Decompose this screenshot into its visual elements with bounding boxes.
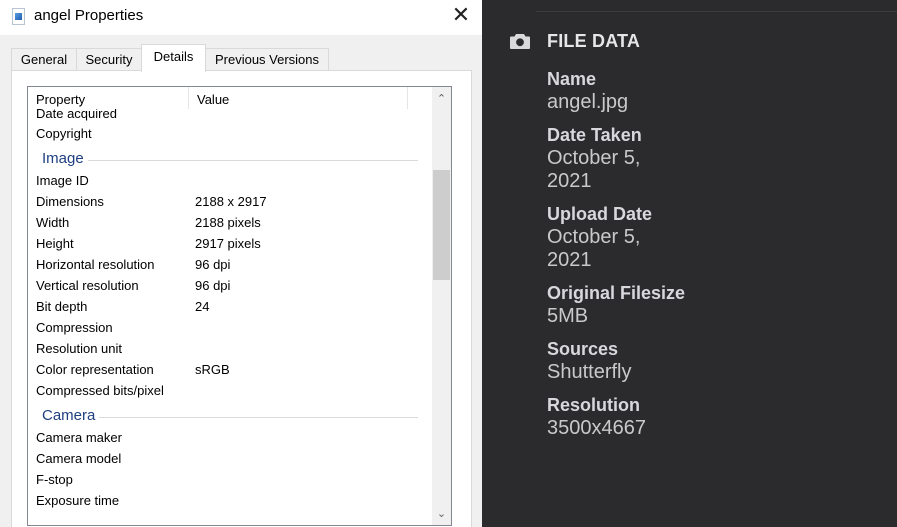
scroll-down-button[interactable]: ⌄: [432, 504, 451, 523]
property-value: 2188 pixels: [195, 215, 261, 230]
property-row[interactable]: Bit depth 24: [28, 296, 428, 317]
file-data-value: 5MB: [547, 305, 589, 327]
property-name: Height: [36, 236, 74, 251]
file-data-item-resolution: Resolution 3500x4667: [547, 393, 747, 440]
property-name: Compression: [36, 320, 113, 335]
property-name: Width: [36, 215, 70, 230]
property-name: Camera maker: [36, 430, 122, 445]
file-data-label: Name: [547, 69, 597, 89]
tab-previous-versions[interactable]: Previous Versions: [205, 48, 329, 71]
property-row[interactable]: Camera model: [28, 448, 428, 469]
property-row[interactable]: Horizontal resolution 96 dpi: [28, 254, 428, 275]
column-header: Property Value: [28, 87, 428, 109]
tab-general[interactable]: General: [11, 48, 77, 71]
property-name: Camera model: [36, 451, 122, 466]
file-data-item-date-taken: Date Taken October 5, 2021: [547, 123, 747, 193]
property-name: Resolution unit: [36, 341, 122, 356]
group-header-camera: Camera: [28, 401, 428, 427]
property-name: Copyright: [36, 126, 92, 141]
file-data-value: October 5, 2021: [547, 147, 641, 192]
property-value: 96 dpi: [195, 278, 231, 293]
property-row[interactable]: Camera maker: [28, 427, 428, 448]
property-list-body: Date acquired Copyright Image Image ID Dimen…: [28, 106, 428, 511]
file-data-title: FILE DATA: [547, 31, 641, 51]
property-value: sRGB: [195, 362, 230, 377]
scrollbar-thumb[interactable]: [433, 170, 450, 280]
file-data-panel: FILE DATA Name angel.jpg Date Taken October…: [482, 0, 897, 527]
property-name: Horizontal resolution: [36, 257, 155, 272]
file-data-item-upload-date: Upload Date October 5, 2021: [547, 202, 747, 272]
property-row[interactable]: Height 2917 pixels: [28, 233, 428, 254]
property-row[interactable]: Copyright: [28, 123, 428, 144]
property-row[interactable]: Resolution unit: [28, 338, 428, 359]
file-data-list: Name angel.jpg Date Taken October 5, 2021 Up…: [547, 67, 747, 449]
property-name: Bit depth: [36, 299, 88, 314]
property-list[interactable]: Date acquired Copyright Image Image ID Dimen…: [27, 86, 452, 526]
property-row[interactable]: Exposure time: [28, 490, 428, 511]
property-name: Compressed bits/pixel: [36, 383, 164, 398]
title-bar: angel Properties ✕: [0, 0, 482, 35]
property-name: Exposure time: [36, 493, 120, 508]
file-data-value: 3500x4667: [547, 417, 646, 439]
property-row[interactable]: F-stop: [28, 469, 428, 490]
file-data-item-original-filesize: Original Filesize 5MB: [547, 281, 747, 328]
file-data-item-name: Name angel.jpg: [547, 67, 747, 114]
close-button[interactable]: ✕: [448, 4, 474, 30]
property-value: 24: [195, 299, 210, 314]
property-row[interactable]: Compression: [28, 317, 428, 338]
property-row[interactable]: Compressed bits/pixel: [28, 380, 428, 401]
property-name: Image ID: [36, 173, 89, 188]
property-value: 2188 x 2917: [195, 194, 267, 209]
tab-details[interactable]: Details: [141, 44, 206, 72]
property-row[interactable]: Image ID: [28, 170, 428, 191]
file-data-item-sources: Sources Shutterfly: [547, 337, 747, 384]
file-data-label: Upload Date: [547, 204, 653, 224]
close-icon: ✕: [451, 3, 471, 28]
vertical-scrollbar[interactable]: ⌃ ⌄: [432, 87, 451, 525]
file-data-label: Original Filesize: [547, 283, 686, 303]
property-value: 2917 pixels: [195, 236, 261, 251]
group-divider: [42, 160, 418, 161]
file-data-label: Sources: [547, 339, 619, 359]
chevron-down-icon: ⌄: [436, 507, 447, 520]
property-name: F-stop: [36, 472, 73, 487]
image-file-icon: [12, 8, 25, 25]
camera-icon: [510, 34, 530, 49]
property-row[interactable]: Vertical resolution 96 dpi: [28, 275, 428, 296]
property-value: 96 dpi: [195, 257, 231, 272]
group-label: Camera: [42, 407, 100, 424]
column-header-property[interactable]: Property: [28, 87, 188, 109]
property-name: Color representation: [36, 362, 154, 377]
property-row[interactable]: Color representation sRGB: [28, 359, 428, 380]
tab-security[interactable]: Security: [76, 48, 142, 71]
file-data-value: Shutterfly: [547, 361, 632, 383]
property-row[interactable]: Dimensions 2188 x 2917: [28, 191, 428, 212]
divider: [536, 11, 897, 12]
group-header-image: Image: [28, 144, 428, 170]
chevron-up-icon: ⌃: [436, 92, 447, 105]
file-data-label: Date Taken: [547, 125, 642, 145]
property-row[interactable]: Width 2188 pixels: [28, 212, 428, 233]
properties-dialog: angel Properties ✕ General Security Deta…: [0, 0, 482, 527]
group-label: Image: [42, 150, 88, 167]
property-name: Vertical resolution: [36, 278, 139, 293]
file-data-label: Resolution: [547, 395, 640, 415]
file-data-value: angel.jpg: [547, 91, 629, 113]
dialog-title: angel Properties: [34, 7, 144, 24]
property-name: Dimensions: [36, 194, 104, 209]
scroll-up-button[interactable]: ⌃: [432, 89, 451, 108]
column-header-value[interactable]: Value: [188, 87, 408, 109]
file-data-value: October 5, 2021: [547, 226, 641, 271]
